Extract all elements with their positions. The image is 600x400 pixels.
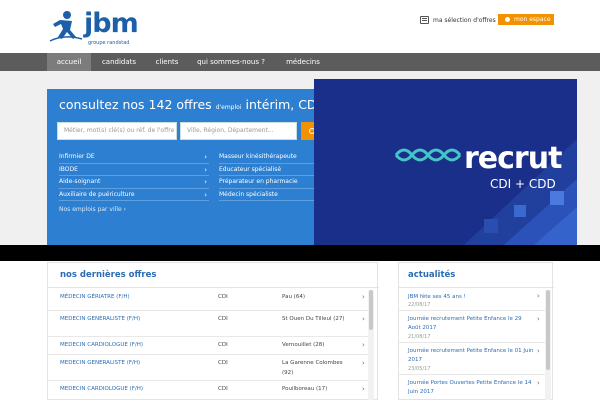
runner-logo-icon	[49, 11, 83, 42]
chevron-right-icon: ›	[537, 315, 540, 323]
offer-location: Pau (64)	[282, 294, 305, 300]
my-space-label: mon espace	[514, 16, 551, 23]
scrollbar-thumb[interactable]	[369, 290, 373, 330]
my-selection-link[interactable]: ma sélection d'offres	[420, 15, 496, 25]
chevron-right-icon: ›	[362, 341, 365, 349]
search-title-main: consultez nos 142 offres	[59, 97, 212, 112]
table-row[interactable]: MEDECIN GENERALISTE (F/H) CDI La Garenne…	[48, 355, 368, 381]
offer-type: CDI	[218, 294, 228, 300]
list-item[interactable]: Journée Portes Ouvertes Petite Enfance l…	[399, 375, 545, 400]
chevron-right-icon: ›	[204, 190, 207, 199]
nav-item-candidats[interactable]: candidats	[91, 53, 147, 71]
main-nav: accueil candidats clients qui sommes-nou…	[0, 53, 600, 71]
selection-list-icon	[420, 16, 429, 24]
news-scrollbar[interactable]	[545, 290, 551, 400]
logo-subtitle: groupe randstad	[88, 40, 130, 46]
offer-title[interactable]: MEDECIN CARDIOLOGUE (F/H)	[60, 342, 143, 348]
job-link[interactable]: Aide-soignant ›	[59, 176, 209, 189]
user-icon	[505, 17, 510, 22]
banner-word: recrut	[464, 141, 562, 176]
offer-title[interactable]: MÉDECIN GÉRIATRE (F/H)	[60, 294, 130, 300]
table-row[interactable]: MEDECIN GENERALISTE (F/H) CDI St Ouen Du…	[48, 311, 368, 337]
news-item-title[interactable]: Journée recrutement Petite Enfance le 01…	[408, 347, 534, 365]
divider	[48, 287, 379, 288]
nav-item-accueil[interactable]: accueil	[47, 53, 91, 71]
banner-subtitle: CDI + CDD	[490, 177, 556, 191]
search-title-small: d'emploi	[215, 104, 242, 111]
nav-item-medecins[interactable]: médecins	[278, 53, 328, 71]
nav-item-qui-sommes-nous[interactable]: qui sommes-nous ?	[190, 53, 272, 71]
jbm-logo[interactable]: jbm groupe randstad	[46, 8, 139, 46]
job-links-left: Infirmier DE › IBODE › Aide-soignant › Auxi…	[59, 151, 209, 201]
offer-title[interactable]: MEDECIN CARDIOLOGUE (F/H)	[60, 386, 143, 392]
chevron-right-icon: ›	[537, 347, 540, 355]
offer-location: St Ouen Du Tilleul (27)	[282, 316, 345, 322]
header: jbm groupe randstad ma sélection d'offre…	[0, 0, 600, 54]
offer-type: CDI	[218, 360, 228, 366]
nav-item-clients[interactable]: clients	[147, 53, 187, 71]
table-row[interactable]: MEDECIN CARDIOLOGUE (F/H) CDI Vernouille…	[48, 337, 368, 355]
offer-location: Pouilboreau (17)	[282, 386, 328, 392]
black-strip	[0, 245, 600, 261]
news-title: actualités	[408, 270, 456, 280]
offer-title[interactable]: MEDECIN GENERALISTE (F/H)	[60, 316, 140, 322]
news-panel: actualités JBM fête ses 45 ans ! 22/08/1…	[398, 262, 554, 400]
chevron-right-icon: ›	[537, 292, 540, 300]
chevron-right-icon: ›	[362, 315, 365, 323]
offer-type: CDI	[218, 316, 228, 322]
divider	[399, 287, 554, 288]
news-item-title[interactable]: Journée recrutement Petite Enfance le 29…	[408, 315, 534, 333]
news-item-title[interactable]: JBM fête ses 45 ans !	[408, 293, 534, 302]
job-link[interactable]: Infirmier DE ›	[59, 151, 209, 164]
job-link[interactable]: Auxiliaire de puériculture ›	[59, 189, 209, 201]
chevron-right-icon: ›	[362, 359, 365, 367]
offer-type: CDI	[218, 386, 228, 392]
job-link[interactable]: IBODE ›	[59, 164, 209, 176]
scrollbar-thumb[interactable]	[546, 290, 550, 370]
news-item-date: 23/05/17	[408, 366, 431, 372]
offer-location: Vernouillet (28)	[282, 342, 325, 348]
table-row[interactable]: MEDECIN CARDIOLOGUE (F/H) CDI Pouilborea…	[48, 381, 368, 400]
chevron-right-icon: ›	[537, 379, 540, 387]
chevron-right-icon: ›	[362, 385, 365, 393]
keyword-input[interactable]: Métier, mot(s) clé(s) ou réf. de l'offre	[57, 122, 177, 140]
chevron-right-icon: ›	[204, 178, 207, 186]
offers-scrollbar[interactable]	[368, 290, 374, 400]
my-space-button[interactable]: mon espace	[498, 14, 554, 25]
recrut-banner[interactable]: recrut CDI + CDD	[314, 79, 577, 245]
news-item-title[interactable]: Journée Portes Ouvertes Petite Enfance l…	[408, 379, 534, 397]
news-item-date: 22/08/17	[408, 302, 431, 308]
table-row[interactable]: MÉDECIN GÉRIATRE (F/H) CDI Pau (64) ›	[48, 289, 368, 311]
logo-text: jbm	[84, 8, 139, 39]
news-item-date: 21/08/17	[408, 334, 431, 340]
list-item[interactable]: JBM fête ses 45 ans ! 22/08/17 ›	[399, 289, 545, 311]
dna-icon	[394, 148, 462, 162]
latest-offers-panel: nos dernières offres MÉDECIN GÉRIATRE (F…	[47, 262, 379, 400]
offer-title[interactable]: MEDECIN GENERALISTE (F/H)	[60, 360, 140, 366]
chevron-right-icon: ›	[204, 153, 207, 161]
list-item[interactable]: Journée recrutement Petite Enfance le 29…	[399, 311, 545, 343]
offer-location: La Garenne Colombes (92)	[282, 360, 343, 376]
location-input[interactable]: Ville, Région, Département...	[180, 122, 297, 140]
offers-title: nos dernières offres	[60, 270, 157, 280]
chevron-right-icon: ›	[204, 165, 207, 174]
list-item[interactable]: Journée recrutement Petite Enfance le 01…	[399, 343, 545, 375]
my-selection-label: ma sélection d'offres	[433, 16, 496, 24]
jobs-by-city-link[interactable]: Nos emplois par ville ›	[59, 206, 126, 213]
chevron-right-icon: ›	[362, 293, 365, 301]
offer-type: CDI	[218, 342, 228, 348]
